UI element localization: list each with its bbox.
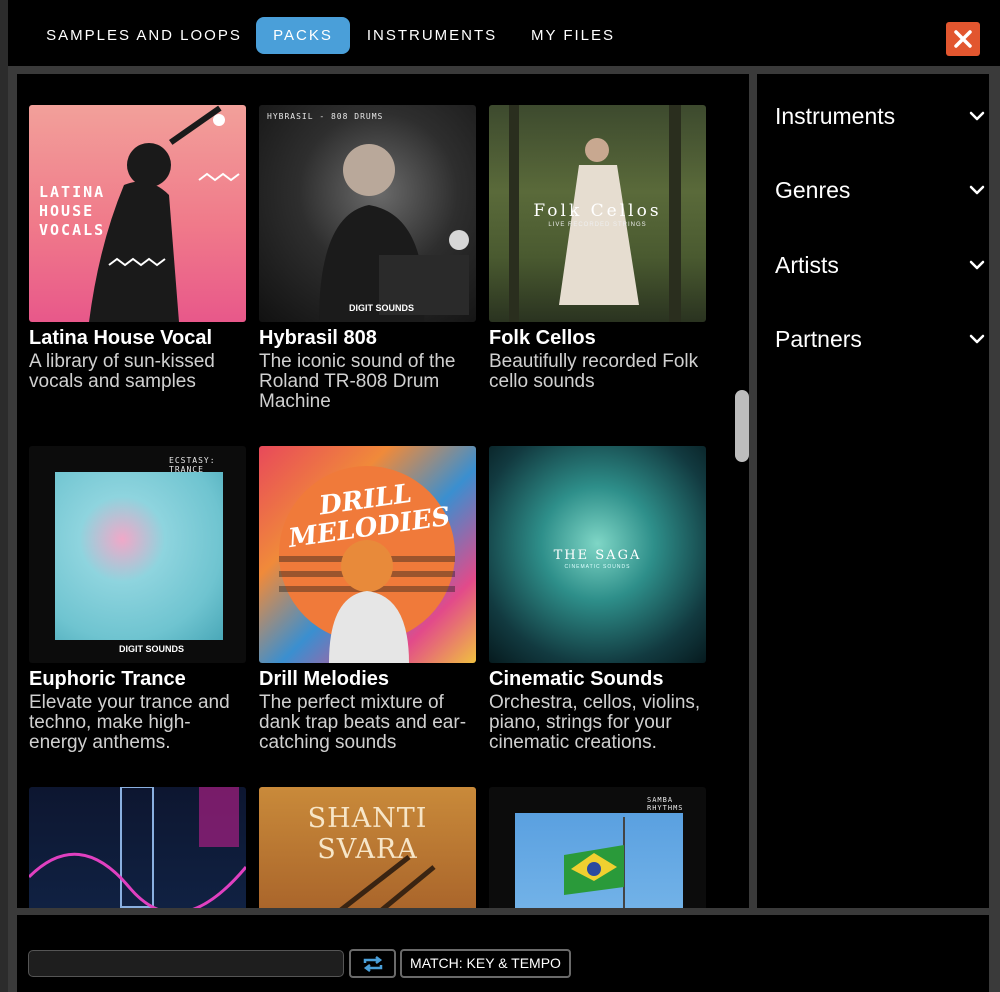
- tab-packs[interactable]: PACKS: [256, 17, 350, 54]
- pack-art-text: HYBRASIL - 808 DRUMS: [267, 112, 384, 121]
- pack-card[interactable]: HYBRASIL - 808 DRUMS DIGIT SOUNDS Hybras…: [259, 105, 477, 412]
- pack-card[interactable]: ECSTASY: TRANCE DIGIT SOUNDS Euphoric Tr…: [29, 446, 247, 753]
- pack-title: Cinematic Sounds: [489, 668, 664, 690]
- pack-title: Drill Melodies: [259, 668, 390, 690]
- pack-description: A library of sun-kissed vocals and sampl…: [29, 351, 215, 392]
- pack-art-logo: DIGIT SOUNDS: [349, 303, 415, 313]
- pack-description: The perfect mixture of dank trap beats a…: [259, 692, 467, 753]
- loop-button[interactable]: [349, 949, 396, 978]
- pack-artwork: SAMBA RHYTHMS: [489, 787, 706, 908]
- filter-label: Genres: [775, 176, 851, 203]
- pack-title: Folk Cellos: [489, 327, 596, 349]
- tab-instruments[interactable]: INSTRUMENTS: [358, 17, 506, 54]
- pack-art-logo: DIGIT SOUNDS: [119, 644, 185, 654]
- filter-label: Partners: [775, 325, 862, 352]
- pack-art-subtext: LIVE RECORDED STRINGS: [548, 222, 647, 228]
- pack-card[interactable]: Folk Cellos LIVE RECORDED STRINGS Folk C…: [489, 105, 707, 392]
- pack-title: Euphoric Trance: [29, 668, 186, 690]
- chevron-down-icon: [969, 260, 985, 270]
- pack-art-text: SAMBA RHYTHMS: [647, 796, 684, 812]
- pack-card[interactable]: DRILL MELODIES Drill Melodies The perfec…: [259, 446, 477, 753]
- search-input[interactable]: [28, 950, 344, 977]
- divider: [749, 74, 757, 908]
- pack-artwork: DRILL MELODIES: [259, 446, 476, 663]
- tab-samples-and-loops[interactable]: SAMPLES AND LOOPS: [28, 17, 260, 54]
- divider: [8, 66, 1000, 74]
- pack-title: Latina House Vocal: [29, 327, 213, 349]
- repeat-icon: [363, 955, 382, 972]
- divider: [8, 74, 17, 992]
- filter-panel: Instruments Genres Artists Partners: [757, 74, 989, 908]
- packs-grid: LATINA HOUSE VOCALS Latina House Vocal A…: [17, 74, 749, 908]
- pack-art-text: Folk Cellos: [533, 201, 662, 221]
- pack-art-text: THE SAGA: [553, 548, 642, 563]
- pack-description: The iconic sound of the Roland TR-808 Dr…: [259, 351, 456, 412]
- packs-window: SAMPLES AND LOOPS PACKS INSTRUMENTS MY F…: [8, 0, 1000, 992]
- close-button[interactable]: [946, 22, 980, 56]
- scrollbar-thumb[interactable]: [735, 390, 749, 462]
- pack-card[interactable]: LATINA HOUSE VOCALS Latina House Vocal A…: [29, 105, 247, 392]
- filter-genres[interactable]: Genres: [775, 170, 985, 210]
- pack-card[interactable]: [29, 787, 247, 908]
- chevron-down-icon: [969, 334, 985, 344]
- tab-my-files[interactable]: MY FILES: [524, 17, 622, 54]
- pack-title: Hybrasil 808: [259, 327, 377, 349]
- pack-artwork: [29, 787, 246, 908]
- pack-card[interactable]: SAMBA RHYTHMS: [489, 787, 707, 908]
- filter-label: Instruments: [775, 102, 896, 129]
- pack-art-text: ECSTASY: TRANCE: [169, 456, 216, 474]
- chevron-down-icon: [969, 111, 985, 121]
- close-x-icon: [954, 30, 972, 48]
- filter-instruments[interactable]: Instruments: [775, 96, 985, 136]
- pack-card[interactable]: SHANTI SVARA: [259, 787, 477, 908]
- match-key-tempo-button[interactable]: MATCH: KEY & TEMPO: [400, 949, 571, 978]
- pack-artwork: THE SAGA CINEMATIC SOUNDS: [489, 446, 706, 663]
- top-nav: SAMPLES AND LOOPS PACKS INSTRUMENTS MY F…: [8, 0, 1000, 66]
- pack-artwork: LATINA HOUSE VOCALS: [29, 105, 246, 322]
- pack-description: Orchestra, cellos, violins, piano, strin…: [489, 692, 701, 753]
- filter-label: Artists: [775, 251, 839, 278]
- pack-artwork: SHANTI SVARA: [259, 787, 476, 908]
- pack-artwork: HYBRASIL - 808 DRUMS DIGIT SOUNDS: [259, 105, 476, 322]
- pack-artwork: ECSTASY: TRANCE DIGIT SOUNDS: [29, 446, 246, 663]
- bottom-toolbar: MATCH: KEY & TEMPO: [17, 915, 989, 992]
- pack-description: Beautifully recorded Folk cello sounds: [489, 351, 699, 392]
- pack-artwork: Folk Cellos LIVE RECORDED STRINGS: [489, 105, 706, 322]
- chevron-down-icon: [969, 185, 985, 195]
- pack-card[interactable]: THE SAGA CINEMATIC SOUNDS Cinematic Soun…: [489, 446, 707, 753]
- divider: [989, 74, 1000, 992]
- filter-partners[interactable]: Partners: [775, 319, 985, 359]
- pack-art-text: LATINA HOUSE VOCALS: [39, 183, 106, 239]
- pack-art-subtext: CINEMATIC SOUNDS: [564, 564, 631, 570]
- divider: [8, 908, 1000, 915]
- filter-artists[interactable]: Artists: [775, 245, 985, 285]
- pack-description: Elevate your trance and techno, make hig…: [29, 692, 230, 753]
